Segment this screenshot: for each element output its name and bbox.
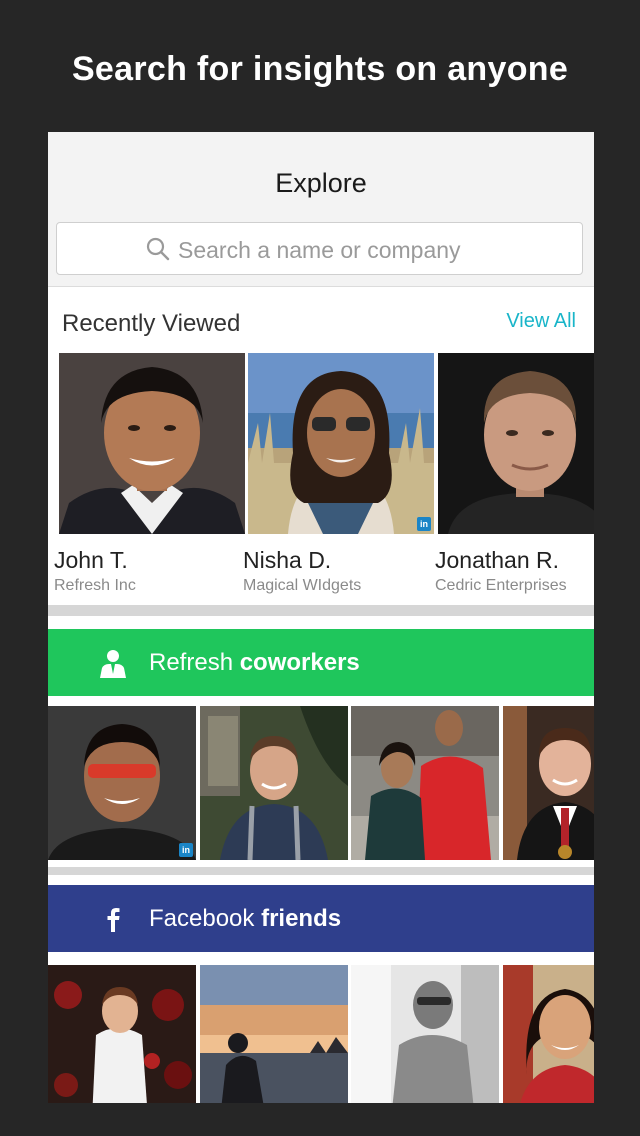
person-name: Jonathan R. [435, 547, 560, 573]
person-name: Nisha D. [243, 547, 332, 573]
person-company: Refresh Inc [54, 577, 136, 594]
friend-photo[interactable] [48, 965, 196, 1103]
coworker-photo[interactable] [503, 706, 594, 860]
person-card[interactable]: Jonathan R. Cedric Enterprises [435, 353, 594, 594]
facebook-label-bold: friends [261, 905, 342, 932]
profile-photo[interactable] [438, 353, 594, 534]
coworker-photo[interactable] [351, 706, 499, 860]
facebook-label: Facebook friends [149, 905, 341, 933]
search-input[interactable]: Search a name or company [56, 222, 583, 275]
friend-photo[interactable] [351, 965, 499, 1103]
friend-photo[interactable] [200, 965, 348, 1103]
section-divider [48, 605, 594, 616]
person-icon [100, 650, 126, 678]
page-title: Explore [275, 168, 367, 198]
person-company: Cedric Enterprises [435, 577, 567, 594]
linkedin-badge-icon: in [179, 843, 193, 857]
friend-photo[interactable] [503, 965, 594, 1103]
section-divider [48, 867, 594, 875]
explore-header: Explore Search a name or company [48, 132, 594, 287]
person-company: Magical WIdgets [243, 577, 362, 594]
coworker-photo[interactable]: in [48, 706, 196, 860]
profile-photo[interactable] [59, 353, 245, 534]
person-name: John T. [54, 547, 128, 573]
view-all-link[interactable]: View All [506, 310, 576, 333]
facebook-label-prefix: Facebook [149, 905, 262, 932]
profile-photo[interactable]: in [248, 353, 434, 534]
search-placeholder: Search a name or company [178, 237, 461, 263]
app-screen: Explore Search a name or company Recentl… [48, 132, 594, 1103]
coworkers-label-prefix: Refresh [149, 649, 240, 676]
marketing-headline: Search for insights on anyone [71, 50, 569, 88]
coworkers-banner[interactable]: Refresh coworkers [48, 629, 594, 696]
facebook-icon [107, 908, 120, 932]
person-card[interactable]: John T. Refresh Inc [54, 353, 245, 594]
coworker-photo[interactable] [200, 706, 348, 860]
facebook-banner[interactable]: Facebook friends [48, 885, 594, 952]
person-card[interactable]: in Nisha D. Magical WIdgets [243, 353, 434, 594]
coworkers-label: Refresh coworkers [149, 649, 360, 677]
coworkers-label-bold: coworkers [239, 649, 360, 676]
linkedin-badge-icon: in [417, 517, 431, 531]
search-icon [146, 237, 170, 261]
recently-viewed-title: Recently Viewed [62, 310, 241, 337]
